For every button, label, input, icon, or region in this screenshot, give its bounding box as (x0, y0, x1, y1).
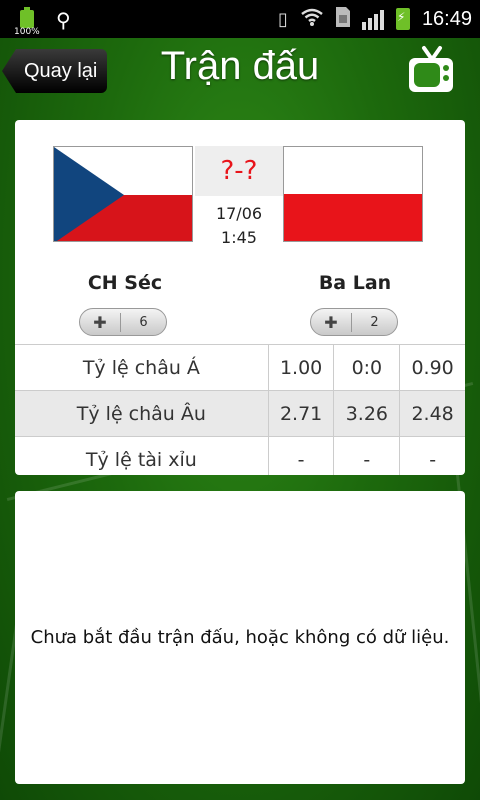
table-row: Tỷ lệ tài xỉu - - - (15, 436, 465, 475)
odds-table: Tỷ lệ châu Á 1.00 0:0 0.90 Tỷ lệ châu Âu… (15, 344, 465, 475)
odds-value: 1.00 (267, 344, 334, 391)
usb-icon: ⚲ (56, 8, 71, 32)
score-box: ?-? (195, 146, 283, 196)
charging-battery-icon (395, 8, 410, 30)
poland-flag (283, 146, 423, 242)
battery-percent: 100% (14, 27, 40, 37)
home-vote-button[interactable]: ✚ 6 (79, 308, 167, 336)
plus-icon: ✚ (311, 312, 352, 332)
away-vote-count: 2 (370, 314, 379, 330)
info-card: Chưa bắt đầu trận đấu, hoặc không có dữ … (15, 491, 465, 784)
clock: 16:49 (421, 7, 472, 30)
battery-icon: 100% (14, 6, 42, 37)
odds-value: - (333, 436, 400, 475)
away-vote-button[interactable]: ✚ 2 (310, 308, 398, 336)
odds-value: - (399, 436, 465, 475)
home-vote-count: 6 (139, 314, 148, 330)
away-team-name: Ba Lan (318, 272, 392, 294)
odds-value: 0:0 (333, 344, 400, 391)
odds-value: 0.90 (399, 344, 465, 391)
odds-label: Tỷ lệ châu Âu (15, 390, 269, 437)
wifi-icon (300, 7, 324, 32)
odds-value: - (267, 436, 334, 475)
status-bar: 100% ⚲ ▯ 16:49 (0, 0, 480, 38)
home-team-name: CH Séc (87, 272, 163, 294)
czech-flag (53, 146, 193, 242)
signal-icon (361, 8, 384, 30)
odds-label: Tỷ lệ tài xỉu (15, 436, 269, 475)
match-score: ?-? (220, 156, 258, 186)
tv-icon[interactable] (406, 44, 456, 98)
title-bar: Quay lại Trận đấu (0, 38, 480, 104)
match-card: ?-? 17/06 1:45 CH Séc Ba Lan ✚ 6 ✚ 2 Tỷ … (15, 120, 465, 475)
odds-value: 2.71 (267, 390, 334, 437)
odds-value: 2.48 (399, 390, 465, 437)
plus-icon: ✚ (80, 312, 121, 332)
table-row: Tỷ lệ châu Á 1.00 0:0 0.90 (15, 344, 465, 391)
odds-label: Tỷ lệ châu Á (15, 344, 269, 391)
odds-value: 3.26 (333, 390, 400, 437)
match-date: 17/06 (215, 204, 263, 223)
no-data-message: Chưa bắt đầu trận đấu, hoặc không có dữ … (30, 627, 450, 648)
vibrate-icon: ▯ (278, 8, 288, 30)
match-time: 1:45 (221, 228, 257, 247)
table-row: Tỷ lệ châu Âu 2.71 3.26 2.48 (15, 390, 465, 437)
sim-icon (335, 6, 350, 32)
